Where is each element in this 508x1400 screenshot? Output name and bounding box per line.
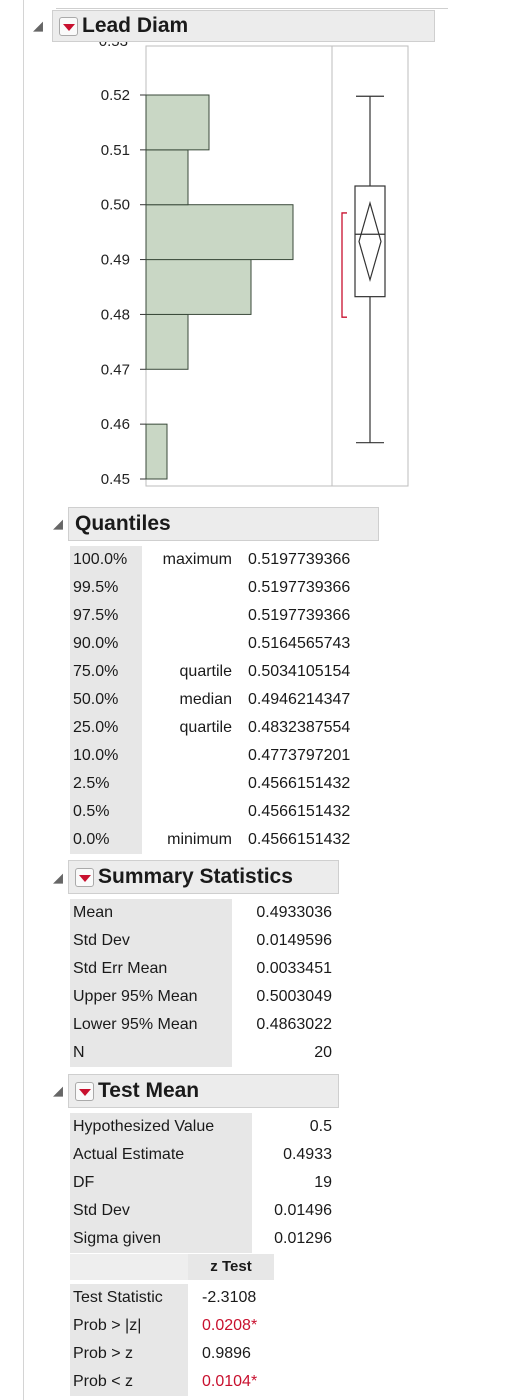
test-mean-label: DF [70, 1169, 252, 1197]
quantile-label: quartile [179, 719, 232, 736]
test-mean-label: Actual Estimate [70, 1141, 252, 1169]
quantile-label [142, 602, 234, 630]
summary-title: Summary Statistics [98, 865, 293, 888]
quantile-percent: 75.0% [70, 658, 142, 686]
z-test-value: 0.0104* [202, 1373, 258, 1390]
summary-label: Std Err Mean [70, 955, 232, 983]
quantile-percent: 100.0% [70, 546, 142, 574]
test-mean-value: 0.4933 [283, 1146, 332, 1163]
test-mean-value: 19 [314, 1174, 332, 1191]
z-test-value: 0.0208* [202, 1317, 258, 1334]
y-tick-label-clipped: 0.53 [99, 42, 128, 50]
collapse-triangle-icon[interactable]: ◢ [33, 18, 43, 34]
test-mean-title: Test Mean [98, 1079, 200, 1102]
quantile-percent: 99.5% [70, 574, 142, 602]
test-mean-label: Hypothesized Value [70, 1113, 252, 1141]
red-triangle-menu-icon[interactable] [75, 1081, 94, 1101]
red-triangle-menu-icon[interactable] [75, 867, 94, 887]
quantile-value: 0.4946214347 [248, 691, 351, 708]
quantile-value: 0.4566151432 [248, 831, 351, 848]
z-test-label: Test Statistic [70, 1284, 188, 1312]
test-mean-value: 0.5 [309, 1118, 332, 1135]
summary-value: 0.0033451 [256, 960, 332, 977]
histogram-bar [145, 423, 168, 480]
quantile-percent: 97.5% [70, 602, 142, 630]
summary-value: 20 [314, 1044, 332, 1061]
shortest-half-bracket [341, 212, 347, 318]
quantile-label: minimum [167, 831, 232, 848]
histogram-bar [145, 204, 294, 261]
histogram-bar [145, 259, 252, 315]
histogram-bar [145, 149, 189, 206]
quantiles-collapse-icon[interactable]: ◢ [53, 516, 63, 532]
summary-value: 0.4863022 [256, 1016, 332, 1033]
quantile-label: quartile [179, 663, 232, 680]
quantile-value: 0.5197739366 [248, 551, 351, 568]
quantile-label [142, 574, 234, 602]
z-test-header-row: z Test [70, 1254, 280, 1280]
quantile-percent: 90.0% [70, 630, 142, 658]
y-tick-label: 0.45 [101, 471, 130, 488]
test-mean-collapse-icon[interactable]: ◢ [53, 1083, 63, 1099]
quantile-label [142, 770, 234, 798]
test-mean-label: Sigma given [70, 1225, 252, 1253]
quantile-percent: 50.0% [70, 686, 142, 714]
z-test-label: Prob > |z| [70, 1312, 188, 1340]
quantile-label [142, 630, 234, 658]
y-tick-label: 0.52 [101, 87, 130, 104]
red-triangle-menu-icon[interactable] [59, 16, 78, 36]
quantiles-header[interactable]: Quantiles [68, 507, 379, 541]
quantile-percent: 0.0% [70, 826, 142, 854]
z-test-label: Prob < z [70, 1368, 188, 1396]
quantiles-title: Quantiles [75, 512, 171, 535]
y-tick-label: 0.49 [101, 252, 130, 269]
summary-value: 0.5003049 [256, 988, 332, 1005]
summary-value: 0.4933036 [256, 904, 332, 921]
quantile-label: median [179, 691, 232, 708]
quantile-value: 0.5197739366 [248, 579, 351, 596]
z-test-header: z Test [188, 1254, 274, 1280]
z-test-value: 0.9896 [202, 1345, 251, 1362]
summary-collapse-icon[interactable]: ◢ [53, 870, 63, 886]
histogram-chart: 0.53 0.52 0.51 0.50 0.49 0.48 0.47 0.46 0.45 [99, 42, 409, 488]
lead-diam-header[interactable]: Lead Diam [52, 10, 435, 42]
y-tick-label: 0.47 [101, 361, 130, 378]
test-mean-value: 0.01296 [274, 1230, 332, 1247]
z-test-label: Prob > z [70, 1340, 188, 1368]
quantile-value: 0.5034105154 [248, 663, 351, 680]
quantile-label [142, 798, 234, 826]
quantile-value: 0.4773797201 [248, 747, 351, 764]
test-mean-header[interactable]: Test Mean [68, 1074, 339, 1108]
z-test-value: -2.3108 [202, 1289, 257, 1306]
y-tick-label: 0.51 [101, 142, 130, 159]
summary-value: 0.0149596 [256, 932, 332, 949]
summary-label: N [70, 1039, 232, 1067]
top-divider [56, 0, 448, 9]
summary-label: Upper 95% Mean [70, 983, 232, 1011]
summary-header[interactable]: Summary Statistics [68, 860, 339, 894]
quantile-percent: 2.5% [70, 770, 142, 798]
quantile-value: 0.5164565743 [248, 635, 351, 652]
quantile-percent: 10.0% [70, 742, 142, 770]
lead-diam-title: Lead Diam [82, 14, 189, 37]
summary-label: Mean [70, 899, 232, 927]
quantile-value: 0.4566151432 [248, 803, 351, 820]
summary-label: Std Dev [70, 927, 232, 955]
quantile-label [142, 742, 234, 770]
test-mean-value: 0.01496 [274, 1202, 332, 1219]
summary-label: Lower 95% Mean [70, 1011, 232, 1039]
test-mean-label: Std Dev [70, 1197, 252, 1225]
histogram-bar [145, 313, 189, 370]
y-tick-label: 0.46 [101, 416, 130, 433]
quantile-value: 0.4832387554 [248, 719, 351, 736]
quantile-label: maximum [162, 551, 232, 568]
quantile-value: 0.5197739366 [248, 607, 351, 624]
quantile-percent: 0.5% [70, 798, 142, 826]
y-tick-label: 0.50 [101, 197, 130, 214]
quantile-percent: 25.0% [70, 714, 142, 742]
quantile-value: 0.4566151432 [248, 775, 351, 792]
histogram-bar [145, 94, 210, 151]
y-tick-label: 0.48 [101, 306, 130, 323]
